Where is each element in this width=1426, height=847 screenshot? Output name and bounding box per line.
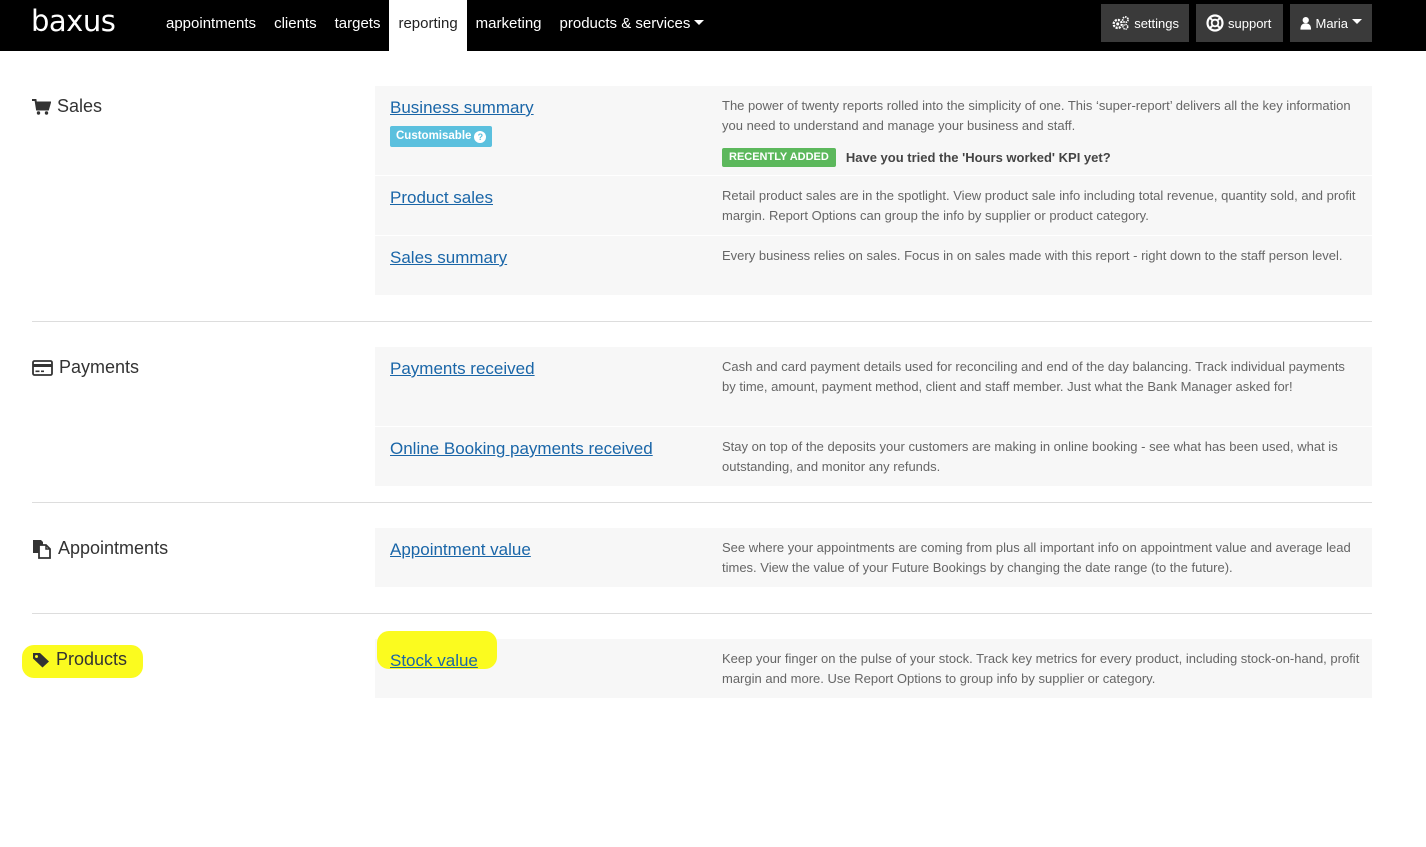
section-payments-label: Payments xyxy=(59,357,140,377)
report-desc-stock-value: Keep your finger on the pulse of your st… xyxy=(722,651,1360,686)
user-icon xyxy=(1300,17,1312,30)
settings-label: settings xyxy=(1134,15,1179,31)
report-desc-appointment-value: See where your appointments are coming f… xyxy=(722,540,1351,575)
section-divider xyxy=(32,502,1372,503)
report-link-business-summary[interactable]: Business summary xyxy=(390,98,534,118)
support-button[interactable]: support xyxy=(1196,4,1283,42)
nav-targets[interactable]: targets xyxy=(326,0,390,51)
nav-clients[interactable]: clients xyxy=(265,0,326,51)
top-navbar: baxus appointments clients targets repor… xyxy=(0,0,1426,51)
baxus-logo[interactable]: baxus xyxy=(31,3,116,39)
user-name: Maria xyxy=(1315,15,1348,31)
report-desc-online-booking-payments: Stay on top of the deposits your custome… xyxy=(722,439,1338,474)
section-divider xyxy=(32,613,1372,614)
report-desc-payments-received: Cash and card payment details used for r… xyxy=(722,359,1345,394)
credit-card-icon xyxy=(32,359,53,376)
user-menu-button[interactable]: Maria xyxy=(1290,4,1372,42)
customisable-badge[interactable]: Customisable? xyxy=(390,126,493,147)
report-row-stock-value: Stock value Keep your finger on the puls… xyxy=(375,631,1372,698)
section-products-title: Products xyxy=(32,649,127,670)
report-desc-product-sales: Retail product sales are in the spotligh… xyxy=(722,188,1356,223)
report-row-online-booking-payments: Online Booking payments received Stay on… xyxy=(375,427,1372,486)
report-link-product-sales[interactable]: Product sales xyxy=(390,188,493,208)
life-ring-icon xyxy=(1206,14,1224,32)
recently-added-text: Have you tried the 'Hours worked' KPI ye… xyxy=(845,150,1111,165)
nav-reporting[interactable]: reporting xyxy=(389,0,467,51)
section-divider xyxy=(32,321,1372,322)
report-link-payments-received[interactable]: Payments received xyxy=(390,359,535,379)
nav-products-services[interactable]: products & services xyxy=(551,0,714,51)
nav-appointments[interactable]: appointments xyxy=(157,0,265,51)
customisable-label: Customisable xyxy=(396,130,472,142)
report-link-online-booking-payments[interactable]: Online Booking payments received xyxy=(390,439,653,459)
section-appointments-title: Appointments xyxy=(32,538,168,559)
section-appointments-label: Appointments xyxy=(58,538,169,558)
chevron-down-icon xyxy=(694,20,705,26)
gears-icon xyxy=(1112,16,1129,30)
report-link-sales-summary[interactable]: Sales summary xyxy=(390,248,507,268)
report-link-stock-value[interactable]: Stock value xyxy=(390,651,478,671)
report-row-product-sales: Product sales Retail product sales are i… xyxy=(375,176,1372,235)
recently-added-badge: RECENTLY ADDED xyxy=(722,148,836,167)
main-nav: appointments clients targets reporting m… xyxy=(157,0,713,51)
recently-added-note: RECENTLY ADDED Have you tried the 'Hours… xyxy=(722,148,1111,167)
chevron-down-icon xyxy=(1352,19,1362,24)
section-products-label: Products xyxy=(56,649,128,669)
tag-icon xyxy=(33,652,49,667)
section-payments-title: Payments xyxy=(32,357,139,378)
section-sales-label: Sales xyxy=(57,96,103,116)
report-row-sales-summary: Sales summary Every business relies on s… xyxy=(375,236,1372,295)
report-row-appointment-value: Appointment value See where your appoint… xyxy=(375,528,1372,587)
copy-icon xyxy=(33,539,51,559)
support-label: support xyxy=(1228,15,1272,31)
report-desc-sales-summary: Every business relies on sales. Focus in… xyxy=(722,248,1343,263)
settings-button[interactable]: settings xyxy=(1101,4,1189,42)
section-sales-title: Sales xyxy=(32,96,102,117)
report-row-business-summary: Business summary Customisable? The power… xyxy=(375,86,1372,175)
report-link-appointment-value[interactable]: Appointment value xyxy=(390,540,531,560)
question-circle-icon: ? xyxy=(474,131,487,143)
report-desc-business-summary: The power of twenty reports rolled into … xyxy=(722,98,1351,133)
shopping-cart-icon xyxy=(32,98,51,115)
report-row-payments-received: Payments received Cash and card payment … xyxy=(375,347,1372,426)
nav-marketing[interactable]: marketing xyxy=(467,0,551,51)
nav-products-services-label: products & services xyxy=(559,15,691,32)
